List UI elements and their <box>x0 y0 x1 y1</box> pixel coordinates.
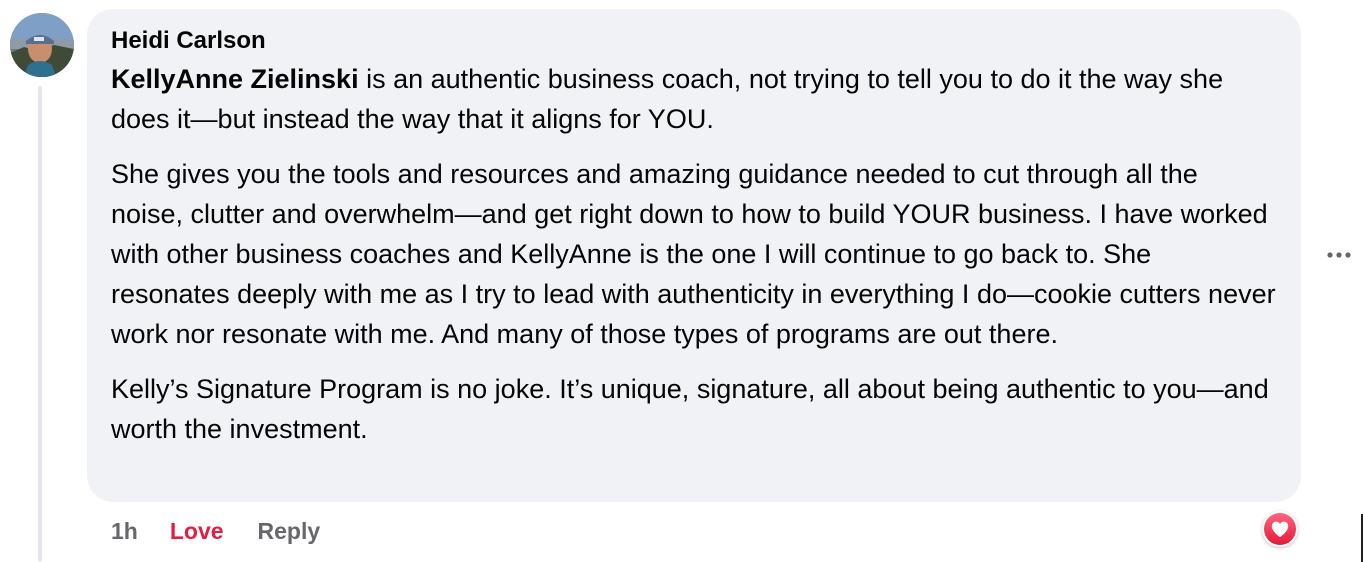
avatar-photo <box>10 13 74 77</box>
comment-bubble: Heidi Carlson KellyAnne Zielinski is an … <box>87 9 1301 502</box>
comment-actions: 1h Love Reply <box>111 514 320 548</box>
mention-link[interactable]: KellyAnne Zielinski <box>111 64 359 94</box>
comment-paragraph: She gives you the tools and resources an… <box>111 159 1276 349</box>
comment-author[interactable]: Heidi Carlson <box>111 27 1277 55</box>
comment-paragraph: KellyAnne Zielinski is an authentic busi… <box>111 59 1277 139</box>
avatar[interactable] <box>10 13 74 77</box>
scrollbar-edge <box>1361 514 1363 562</box>
reply-button[interactable]: Reply <box>258 518 321 545</box>
love-reaction-badge <box>1264 513 1296 545</box>
heart-icon <box>1271 521 1289 538</box>
comment-timestamp[interactable]: 1h <box>111 518 138 545</box>
comment-paragraph: Kelly’s Signature Program is no joke. It… <box>111 374 1269 444</box>
love-button[interactable]: Love <box>170 518 224 545</box>
reaction-summary[interactable] <box>1262 511 1298 547</box>
more-options-button[interactable] <box>1324 240 1354 270</box>
thread-line <box>38 86 42 562</box>
ellipsis-icon <box>1327 252 1351 258</box>
comment-container: Heidi Carlson KellyAnne Zielinski is an … <box>0 0 1364 562</box>
